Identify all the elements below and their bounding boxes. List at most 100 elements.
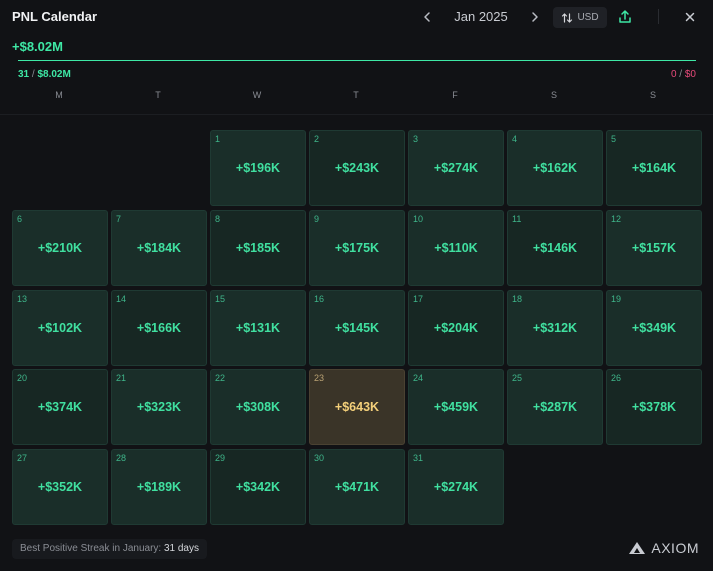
calendar-grid: 1 +$196K 2 +$243K 3 +$274K 4 +$162K 5 +$164K 6 +$21… xyxy=(0,0,713,571)
day-number: 27 xyxy=(17,453,28,463)
calendar-day-10[interactable]: 10 +$110K xyxy=(408,210,504,286)
day-pnl-value: +$184K xyxy=(136,241,182,255)
day-number: 16 xyxy=(314,294,325,304)
day-pnl-value: +$185K xyxy=(235,241,281,255)
day-number: 22 xyxy=(215,373,226,383)
day-number: 19 xyxy=(611,294,622,304)
calendar-day-7[interactable]: 7 +$184K xyxy=(111,210,207,286)
calendar-day-4[interactable]: 4 +$162K xyxy=(507,130,603,206)
day-number: 10 xyxy=(413,214,424,224)
calendar-day-23[interactable]: 23 +$643K xyxy=(309,369,405,445)
calendar-day-21[interactable]: 21 +$323K xyxy=(111,369,207,445)
calendar-day-20[interactable]: 20 +$374K xyxy=(12,369,108,445)
axiom-logo-icon xyxy=(629,542,646,554)
day-number: 30 xyxy=(314,453,325,463)
calendar-day-17[interactable]: 17 +$204K xyxy=(408,290,504,366)
day-number: 5 xyxy=(611,134,617,144)
calendar-day-15[interactable]: 15 +$131K xyxy=(210,290,306,366)
day-pnl-value: +$164K xyxy=(631,161,677,175)
day-pnl-value: +$471K xyxy=(334,480,380,494)
day-number: 14 xyxy=(116,294,127,304)
day-number: 13 xyxy=(17,294,28,304)
best-streak-badge: Best Positive Streak in January: 31 days xyxy=(12,539,207,559)
day-pnl-value: +$204K xyxy=(433,321,479,335)
day-number: 26 xyxy=(611,373,622,383)
day-pnl-value: +$274K xyxy=(433,161,479,175)
day-pnl-value: +$210K xyxy=(37,241,83,255)
calendar-day-12[interactable]: 12 +$157K xyxy=(606,210,702,286)
calendar-day-27[interactable]: 27 +$352K xyxy=(12,449,108,525)
pnl-calendar-panel: PNL Calendar Jan 2025 USD +$8.02M 31 / $… xyxy=(0,0,713,571)
streak-value: 31 days xyxy=(163,543,199,554)
day-pnl-value: +$312K xyxy=(532,321,578,335)
calendar-day-30[interactable]: 30 +$471K xyxy=(309,449,405,525)
calendar-day-6[interactable]: 6 +$210K xyxy=(12,210,108,286)
calendar-day-29[interactable]: 29 +$342K xyxy=(210,449,306,525)
day-pnl-value: +$110K xyxy=(434,241,478,255)
calendar-day-2[interactable]: 2 +$243K xyxy=(309,130,405,206)
day-pnl-value: +$162K xyxy=(532,161,578,175)
day-pnl-value: +$157K xyxy=(631,241,677,255)
calendar-day-18[interactable]: 18 +$312K xyxy=(507,290,603,366)
day-pnl-value: +$352K xyxy=(37,480,83,494)
day-pnl-value: +$145K xyxy=(334,321,380,335)
day-pnl-value: +$342K xyxy=(235,480,281,494)
calendar-day-8[interactable]: 8 +$185K xyxy=(210,210,306,286)
day-pnl-value: +$374K xyxy=(37,400,83,414)
day-number: 8 xyxy=(215,214,221,224)
calendar-day-26[interactable]: 26 +$378K xyxy=(606,369,702,445)
day-number: 2 xyxy=(314,134,320,144)
day-number: 28 xyxy=(116,453,127,463)
day-number: 20 xyxy=(17,373,28,383)
day-pnl-value: +$459K xyxy=(433,400,479,414)
day-number: 4 xyxy=(512,134,518,144)
day-number: 24 xyxy=(413,373,424,383)
day-number: 29 xyxy=(215,453,226,463)
brand-name: AXIOM xyxy=(651,540,699,556)
day-number: 21 xyxy=(116,373,127,383)
calendar-day-5[interactable]: 5 +$164K xyxy=(606,130,702,206)
calendar-day-25[interactable]: 25 +$287K xyxy=(507,369,603,445)
day-number: 15 xyxy=(215,294,226,304)
day-pnl-value: +$308K xyxy=(235,400,281,414)
day-number: 23 xyxy=(314,373,325,383)
day-pnl-value: +$274K xyxy=(433,480,479,494)
day-pnl-value: +$166K xyxy=(136,321,182,335)
day-pnl-value: +$349K xyxy=(631,321,677,335)
brand-logo: AXIOM xyxy=(628,540,699,556)
day-pnl-value: +$102K xyxy=(37,321,83,335)
day-number: 1 xyxy=(215,134,221,144)
day-number: 7 xyxy=(116,214,122,224)
calendar-day-9[interactable]: 9 +$175K xyxy=(309,210,405,286)
day-pnl-value: +$378K xyxy=(631,400,677,414)
calendar-day-14[interactable]: 14 +$166K xyxy=(111,290,207,366)
calendar-day-13[interactable]: 13 +$102K xyxy=(12,290,108,366)
day-number: 31 xyxy=(413,453,424,463)
calendar-day-19[interactable]: 19 +$349K xyxy=(606,290,702,366)
day-pnl-value: +$175K xyxy=(334,241,380,255)
calendar-day-31[interactable]: 31 +$274K xyxy=(408,449,504,525)
day-number: 18 xyxy=(512,294,523,304)
day-pnl-value: +$643K xyxy=(334,400,380,414)
day-pnl-value: +$323K xyxy=(136,400,182,414)
calendar-day-16[interactable]: 16 +$145K xyxy=(309,290,405,366)
day-pnl-value: +$146K xyxy=(532,241,578,255)
day-pnl-value: +$131K xyxy=(235,321,281,335)
calendar-day-1[interactable]: 1 +$196K xyxy=(210,130,306,206)
day-number: 3 xyxy=(413,134,419,144)
streak-label: Best Positive Streak in January: xyxy=(20,543,164,554)
calendar-day-28[interactable]: 28 +$189K xyxy=(111,449,207,525)
day-number: 9 xyxy=(314,214,320,224)
day-number: 6 xyxy=(17,214,23,224)
day-number: 17 xyxy=(413,294,424,304)
day-number: 25 xyxy=(512,373,523,383)
day-pnl-value: +$196K xyxy=(235,161,281,175)
calendar-day-24[interactable]: 24 +$459K xyxy=(408,369,504,445)
day-number: 12 xyxy=(611,214,622,224)
day-pnl-value: +$243K xyxy=(334,161,380,175)
calendar-day-3[interactable]: 3 +$274K xyxy=(408,130,504,206)
calendar-day-11[interactable]: 11 +$146K xyxy=(507,210,603,286)
calendar-day-22[interactable]: 22 +$308K xyxy=(210,369,306,445)
day-pnl-value: +$189K xyxy=(136,480,182,494)
day-pnl-value: +$287K xyxy=(532,400,578,414)
